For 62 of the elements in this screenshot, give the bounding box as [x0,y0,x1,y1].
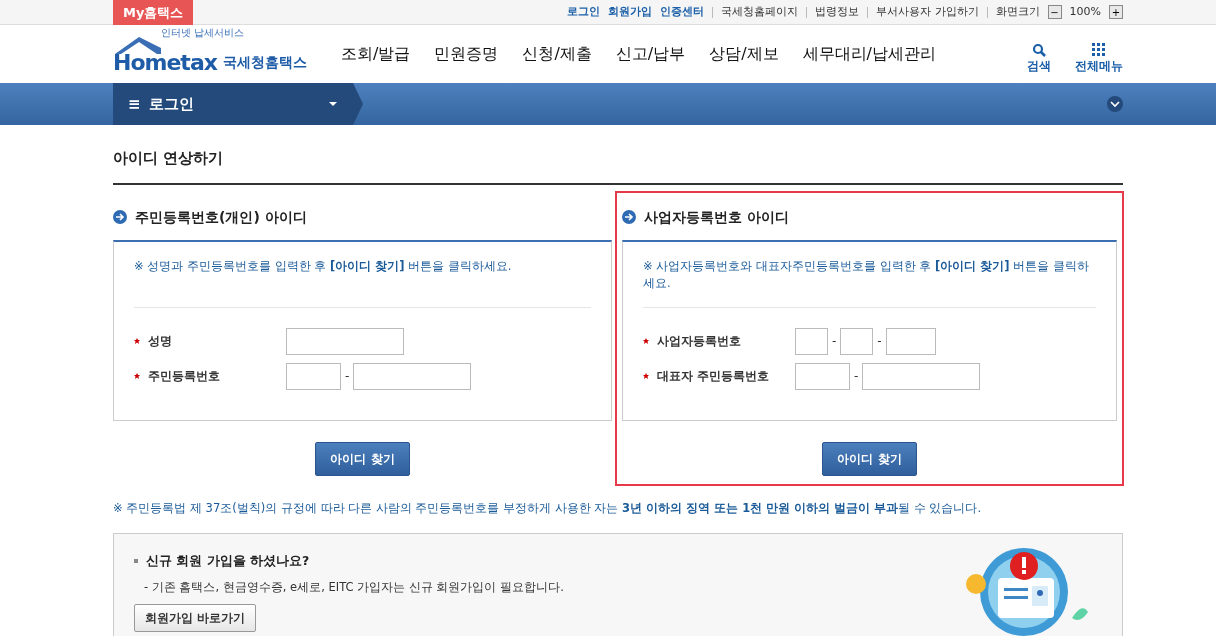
top-link[interactable]: 로그인 [567,3,601,21]
search-button[interactable]: 검색 [1027,43,1051,75]
input-field[interactable] [862,362,981,390]
top-link[interactable]: 회원가입 [608,3,653,21]
zoom-label: 화면크기 [995,3,1040,20]
menu-item[interactable]: 신청/제출 [522,42,592,66]
menu-item[interactable]: 신고/납부 [615,42,686,66]
input-field[interactable] [286,327,404,355]
menu-item[interactable]: 상담/제보 [709,42,779,66]
arrow-tab [353,83,363,125]
caret-icon [329,102,337,106]
my-hometax-button[interactable]: My홈택스 [113,0,194,25]
top-link[interactable]: 부서사용자 가입하기 [876,3,979,21]
field-label: 사업자등록번호 [657,333,742,349]
panel-title: 주민등록번호(개인) 아이디 [135,207,307,227]
input-field[interactable] [286,362,341,390]
instruction-text: ※ 사업자등록번호와 대표자주민등록번호를 입력한 후 [아이디 찾기] 버튼을 클릭하세요. [643,257,1096,308]
required-icon [643,373,649,379]
menu-item[interactable]: 조회/발급 [341,42,411,66]
search-icon [1032,43,1046,57]
zoom-in-button[interactable]: + [1109,5,1123,19]
dash: - [854,368,859,385]
signup-title: 신규 회원 가입을 하셨나요? [146,551,310,570]
zoom-value: 100% [1069,3,1101,20]
logo-text: Hometax [113,52,217,74]
top-link[interactable]: 인증센터 [660,3,705,21]
top-link[interactable]: 법령정보 [815,3,860,21]
input-field[interactable] [795,327,828,355]
logo-korean: 국세청홈택스 [222,53,307,72]
top-link[interactable]: 국세청홈페이지 [721,3,799,21]
signup-description: - 기존 홈택스, 현금영수증, e세로, EITC 가입자는 신규 회원가입이 필요합니다. [143,578,564,596]
grid-icon [1092,43,1106,57]
dash: - [832,333,837,350]
input-field[interactable] [885,327,936,355]
menu-item[interactable]: 세무대리/납세관리 [802,42,936,66]
required-icon [134,338,140,344]
input-field[interactable] [795,362,850,390]
field-label: 성명 [148,333,173,349]
panel-title: 사업자등록번호 아이디 [644,207,789,227]
page-title: 아이디 연상하기 [113,125,1123,185]
menu-item[interactable]: 민원증명 [434,42,499,66]
logo-tagline: 인터넷 납세서비스 [161,26,245,40]
dash: - [345,368,350,385]
find-id-button[interactable]: 아이디 찾기 [822,441,917,476]
warning-text: ※ 주민등록법 제 37조(벌칙)의 규정에 따라 다른 사람의 주민등록번호를 부정하게 사용한 자는 3년 이하의 징역 또는 1천 만원 이하의 벌금이 부과될 수 있습니다. [113,499,983,517]
field-label: 대표자 주민등록번호 [657,368,771,384]
input-field[interactable] [353,362,472,390]
bullet-icon [134,559,138,564]
required-icon [134,373,140,379]
arrow-circle-icon [622,210,636,224]
dash: - [877,333,882,350]
signup-button[interactable]: 회원가입 바로가기 [134,603,257,632]
input-field[interactable] [840,327,874,355]
menu-icon: ≡ [128,92,141,116]
zoom-out-button[interactable]: − [1047,5,1062,19]
field-label: 주민등록번호 [148,368,221,384]
house-icon [113,34,163,56]
find-id-button[interactable]: 아이디 찾기 [315,441,410,476]
menu-button[interactable]: 전체메뉴 [1075,43,1123,75]
instruction-text: ※ 성명과 주민등록번호를 입력한 후 [아이디 찾기] 버튼을 클릭하세요. [134,257,591,308]
required-icon [643,338,649,344]
expand-icon [1107,96,1123,112]
